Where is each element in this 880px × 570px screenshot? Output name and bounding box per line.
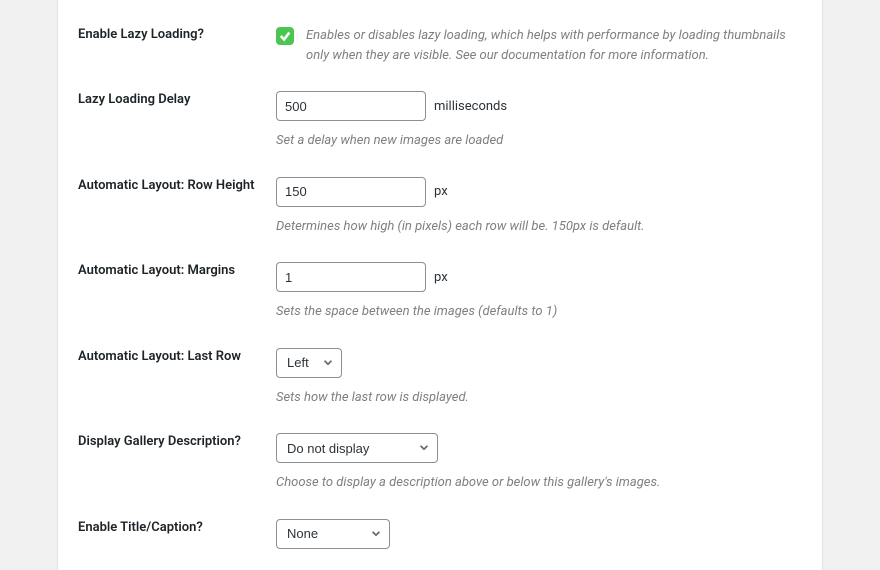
row-height-description: Determines how high (in pixels) each row…	[276, 217, 802, 237]
label-row-height: Automatic Layout: Row Height	[78, 177, 276, 195]
checkmark-icon	[279, 30, 291, 42]
label-lazy-loading: Enable Lazy Loading?	[78, 26, 276, 44]
label-last-row: Automatic Layout: Last Row	[78, 348, 276, 366]
last-row-description: Sets how the last row is displayed.	[276, 388, 802, 408]
margins-description: Sets the space between the images (defau…	[276, 302, 802, 322]
row-height-input[interactable]	[276, 177, 426, 207]
gallery-description-desc: Choose to display a description above or…	[276, 473, 802, 493]
lazy-delay-description: Set a delay when new images are loaded	[276, 131, 802, 151]
row-lazy-delay: Lazy Loading Delay milliseconds Set a de…	[58, 65, 822, 151]
label-title-caption: Enable Title/Caption?	[78, 519, 276, 537]
lazy-delay-input[interactable]	[276, 91, 426, 121]
row-gallery-description: Display Gallery Description? Do not disp…	[58, 407, 822, 493]
margins-unit: px	[434, 270, 448, 285]
settings-panel: Enable Lazy Loading? Enables or disables…	[57, 0, 823, 570]
row-title-caption: Enable Title/Caption? None	[58, 493, 822, 549]
margins-input[interactable]	[276, 262, 426, 292]
label-gallery-description: Display Gallery Description?	[78, 433, 276, 451]
row-last-row: Automatic Layout: Last Row Left Sets how…	[58, 322, 822, 408]
row-lazy-loading: Enable Lazy Loading? Enables or disables…	[58, 0, 822, 65]
row-margins: Automatic Layout: Margins px Sets the sp…	[58, 236, 822, 322]
row-height-unit: px	[434, 184, 448, 199]
label-margins: Automatic Layout: Margins	[78, 262, 276, 280]
lazy-delay-unit: milliseconds	[434, 99, 507, 114]
label-lazy-delay: Lazy Loading Delay	[78, 91, 276, 109]
row-row-height: Automatic Layout: Row Height px Determin…	[58, 151, 822, 237]
title-caption-select[interactable]: None	[276, 519, 390, 549]
lazy-loading-checkbox[interactable]	[276, 27, 294, 45]
gallery-description-select[interactable]: Do not display	[276, 433, 438, 463]
last-row-select[interactable]: Left	[276, 348, 342, 378]
lazy-loading-description: Enables or disables lazy loading, which …	[306, 26, 802, 65]
